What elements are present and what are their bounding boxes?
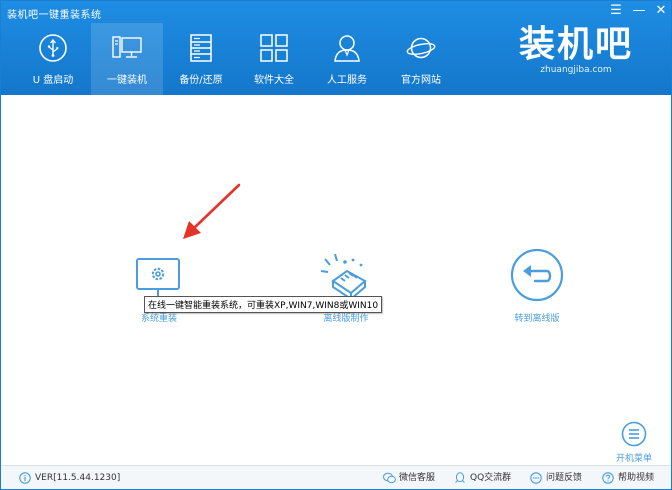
reinstall-tooltip: 在线一键智能重装系统，可重装XP,WIN7,WIN8或WIN10 [144,296,383,313]
header-bar: 装机吧一键重装系统 ☰ — ✕ U 盘启动 一键装机 备份/还原 软件大全 人工… [1,1,671,95]
option-offline-make[interactable]: 离线版制作 [301,245,391,325]
boot-menu-button[interactable]: 开机菜单 [609,421,659,465]
person-icon [334,35,360,62]
nav-human-service[interactable]: 人工服务 [311,23,383,95]
computer-icon [112,36,142,58]
app-window: 装机吧一键重装系统 ☰ — ✕ U 盘启动 一键装机 备份/还原 软件大全 人工… [0,0,672,490]
option-system-reinstall[interactable]: 系统重装 [119,249,199,325]
footer-link-label: QQ交流群 [470,473,512,483]
nav-official-website[interactable]: 官方网站 [385,23,457,95]
brand-logo: 装机吧 zhuangjiba.com [506,25,646,87]
nav-label: 软件大全 [254,75,294,86]
nav-label: 人工服务 [327,75,367,86]
wechat-icon [383,472,396,484]
logo-url: zhuangjiba.com [540,65,612,75]
nav-usb-boot[interactable]: U 盘启动 [17,23,89,95]
footer-link-label: 帮助视频 [618,473,655,483]
usb-icon [39,34,67,62]
menu-list-icon [621,421,647,447]
nav-label: 官方网站 [401,75,441,86]
main-content: 系统重装 离线版制作 转到离线版 在线一键智能重装系统，可重装XP,WIN7,W… [1,95,671,465]
qq-icon [455,472,465,483]
nav-label: 备份/还原 [179,75,223,86]
window-close-button[interactable]: ✕ [652,3,670,19]
nav-software[interactable]: 软件大全 [238,23,310,95]
option-label: 转到离线版 [514,314,560,324]
footer-link-label: 问题反馈 [546,473,583,483]
info-icon [19,472,31,484]
status-bar: VER[11.5.44.1230] 微信客服 QQ交流群 问题反馈 帮助视频 [1,465,671,489]
window-title: 装机吧一键重装系统 [7,10,102,21]
apps-grid-icon [260,34,288,62]
nav-label: U 盘启动 [32,75,74,86]
boot-menu-label: 开机菜单 [615,454,652,464]
version-text: VER[11.5.44.1230] [35,473,121,483]
help-icon [602,472,614,484]
option-switch-offline[interactable]: 转到离线版 [489,241,585,325]
window-menu-button[interactable]: ☰ [607,3,625,19]
nav-label: 一键装机 [107,75,147,86]
footer-link-label: 微信客服 [399,473,436,483]
backup-icon [190,34,212,62]
return-arrow-icon [510,248,564,302]
planet-icon [406,37,436,59]
nav-one-click-install[interactable]: 一键装机 [91,23,163,95]
logo-text: 装机吧 [518,24,633,65]
chat-bubble-icon [530,472,542,484]
nav-backup-restore[interactable]: 备份/还原 [165,23,237,95]
window-minimize-button[interactable]: — [630,3,648,19]
red-pointer-arrow-icon [183,183,241,239]
